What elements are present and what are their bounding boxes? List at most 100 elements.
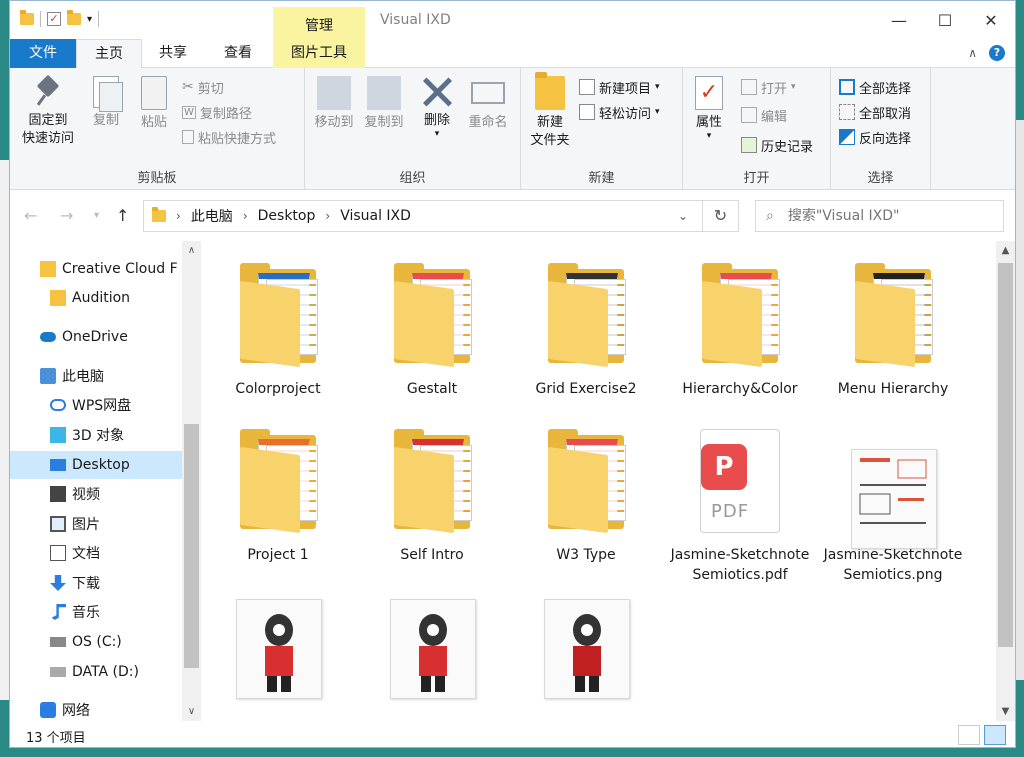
- easy-access-dropdown-icon: ▾: [655, 107, 660, 117]
- folder-item[interactable]: Menu Hierarchy: [823, 263, 963, 399]
- history-icon: [741, 137, 757, 153]
- rename-button[interactable]: 重命名: [463, 76, 513, 132]
- tab-file[interactable]: 文件: [10, 39, 76, 68]
- file-item[interactable]: P PDF Jasmine-Sketchnote Semiotics.pdf: [670, 429, 810, 585]
- breadcrumb-desktop[interactable]: Desktop: [258, 208, 316, 224]
- scroll-up-icon[interactable]: ▲: [996, 245, 1015, 256]
- file-item[interactable]: [516, 597, 656, 713]
- details-view-button[interactable]: [958, 725, 980, 745]
- nav-item-10[interactable]: 文档: [10, 539, 182, 567]
- select-none-label: 全部取消: [859, 106, 912, 122]
- delete-dropdown-icon[interactable]: ▾: [417, 130, 457, 139]
- search-box[interactable]: ⌕: [755, 200, 1004, 232]
- minimize-button[interactable]: —: [876, 1, 922, 39]
- new-folder-icon[interactable]: [67, 10, 81, 25]
- folder-item[interactable]: Colorproject: [208, 263, 348, 399]
- file-name: Project 1: [247, 547, 309, 563]
- properties-check-icon[interactable]: ✓: [47, 12, 61, 26]
- maximize-button[interactable]: ☐: [922, 1, 968, 39]
- copy-path-button[interactable]: W 复制路径: [182, 101, 252, 123]
- up-arrow-icon[interactable]: ↑: [116, 206, 129, 225]
- pin-quick-access-button[interactable]: 固定到 快速访问: [16, 76, 80, 148]
- paste-button[interactable]: 粘贴: [134, 76, 174, 132]
- file-item[interactable]: [362, 597, 502, 713]
- nav-item-11[interactable]: 下载: [10, 569, 182, 597]
- delete-button[interactable]: 删除 ▾: [417, 76, 457, 139]
- scroll-down-icon[interactable]: ▼: [996, 706, 1015, 717]
- nav-item-4[interactable]: 此电脑: [10, 362, 182, 390]
- folder-item[interactable]: Project 1: [208, 429, 348, 565]
- file-item[interactable]: [208, 597, 348, 713]
- open-button[interactable]: 打开 ▾: [741, 76, 796, 98]
- folder-item[interactable]: W3 Type: [516, 429, 656, 565]
- nav-item-14[interactable]: DATA (D:): [10, 658, 182, 686]
- select-none-button[interactable]: 全部取消: [839, 101, 911, 123]
- tab-home[interactable]: 主页: [76, 39, 142, 69]
- large-icons-view-button[interactable]: [984, 725, 1006, 745]
- nav-item-15[interactable]: 网络: [10, 696, 182, 724]
- manage-context-tab[interactable]: 管理: [273, 7, 365, 39]
- select-all-button[interactable]: 全部选择: [839, 76, 911, 98]
- customize-dropdown-icon[interactable]: ▾: [87, 14, 92, 25]
- chevron-right-icon[interactable]: ›: [325, 209, 330, 223]
- breadcrumb-visual-ixd[interactable]: Visual IXD: [340, 208, 411, 224]
- nav-item-12[interactable]: 音乐: [10, 598, 182, 626]
- chevron-right-icon[interactable]: ›: [243, 209, 248, 223]
- nav-item-9[interactable]: 图片: [10, 510, 182, 538]
- rename-icon: [471, 82, 505, 104]
- desktop-icon: [50, 459, 66, 471]
- folder-item[interactable]: Self Intro: [362, 429, 502, 565]
- history-button[interactable]: 历史记录: [741, 134, 813, 156]
- copy-button[interactable]: 复制: [86, 76, 126, 130]
- tab-share[interactable]: 共享: [142, 39, 204, 68]
- nav-item-1[interactable]: Creative Cloud F: [10, 255, 182, 283]
- open-label: 打开: [761, 81, 788, 97]
- tab-view[interactable]: 查看: [204, 39, 272, 68]
- tab-picture-tools[interactable]: 图片工具: [273, 39, 365, 68]
- new-item-button[interactable]: 新建项目 ▾: [579, 76, 660, 98]
- new-item-dropdown-icon: ▾: [655, 82, 660, 92]
- paste-shortcut-label: 粘贴快捷方式: [198, 131, 277, 147]
- navigation-scrollbar-thumb[interactable]: [184, 424, 199, 668]
- file-view-scrollbar[interactable]: ▲ ▼: [996, 241, 1015, 721]
- folder-item[interactable]: Grid Exercise2: [516, 263, 656, 399]
- nav-item-6[interactable]: 3D 对象: [10, 421, 182, 449]
- help-icon[interactable]: ?: [989, 45, 1005, 61]
- back-arrow-icon[interactable]: ←: [24, 206, 37, 225]
- nav-item-2[interactable]: Audition: [10, 284, 182, 312]
- folder-item[interactable]: Gestalt: [362, 263, 502, 399]
- edit-button[interactable]: 编辑: [741, 104, 787, 126]
- search-input[interactable]: [787, 208, 968, 224]
- address-bar[interactable]: › 此电脑 › Desktop › Visual IXD: [143, 200, 703, 232]
- copy-to-button[interactable]: 复制到: [359, 76, 409, 132]
- breadcrumb-this-pc[interactable]: 此电脑: [191, 206, 233, 226]
- forward-arrow-icon[interactable]: →: [60, 206, 73, 225]
- folder-item[interactable]: Hierarchy&Color: [670, 263, 810, 399]
- file-view-scrollbar-thumb[interactable]: [998, 263, 1013, 647]
- refresh-button[interactable]: ↻: [703, 200, 739, 232]
- nav-item-3[interactable]: OneDrive: [10, 323, 182, 351]
- scroll-down-icon[interactable]: ∨: [182, 706, 201, 717]
- easy-access-button[interactable]: 轻松访问 ▾: [579, 101, 660, 123]
- nav-item-8[interactable]: 视频: [10, 480, 182, 508]
- address-history-dropdown-icon[interactable]: ⌄: [678, 209, 688, 223]
- cut-button[interactable]: ✂ 剪切: [182, 76, 224, 98]
- close-button[interactable]: ✕: [968, 1, 1014, 39]
- paste-shortcut-button[interactable]: 粘贴快捷方式: [182, 126, 276, 148]
- chevron-right-icon[interactable]: ›: [176, 209, 181, 223]
- invert-selection-button[interactable]: 反向选择: [839, 126, 911, 148]
- recent-locations-dropdown-icon[interactable]: ▾: [94, 210, 99, 221]
- move-to-button[interactable]: 移动到: [309, 76, 359, 132]
- nav-item-5[interactable]: WPS网盘: [10, 391, 182, 419]
- new-folder-button[interactable]: 新建 文件夹: [525, 72, 575, 150]
- drive-c-icon: [50, 637, 66, 647]
- nav-item-label: 图片: [72, 517, 100, 533]
- properties-button[interactable]: ✓ 属性 ▾: [689, 76, 729, 141]
- nav-item-13[interactable]: OS (C:): [10, 628, 182, 656]
- nav-item-7[interactable]: Desktop: [10, 451, 182, 479]
- properties-dropdown-icon[interactable]: ▾: [689, 132, 729, 141]
- navigation-scrollbar[interactable]: ∧ ∨: [182, 241, 201, 721]
- file-item[interactable]: Jasmine-Sketchnote Semiotics.png: [823, 429, 963, 585]
- collapse-ribbon-icon[interactable]: ∧: [968, 46, 977, 60]
- scroll-up-icon[interactable]: ∧: [182, 245, 201, 256]
